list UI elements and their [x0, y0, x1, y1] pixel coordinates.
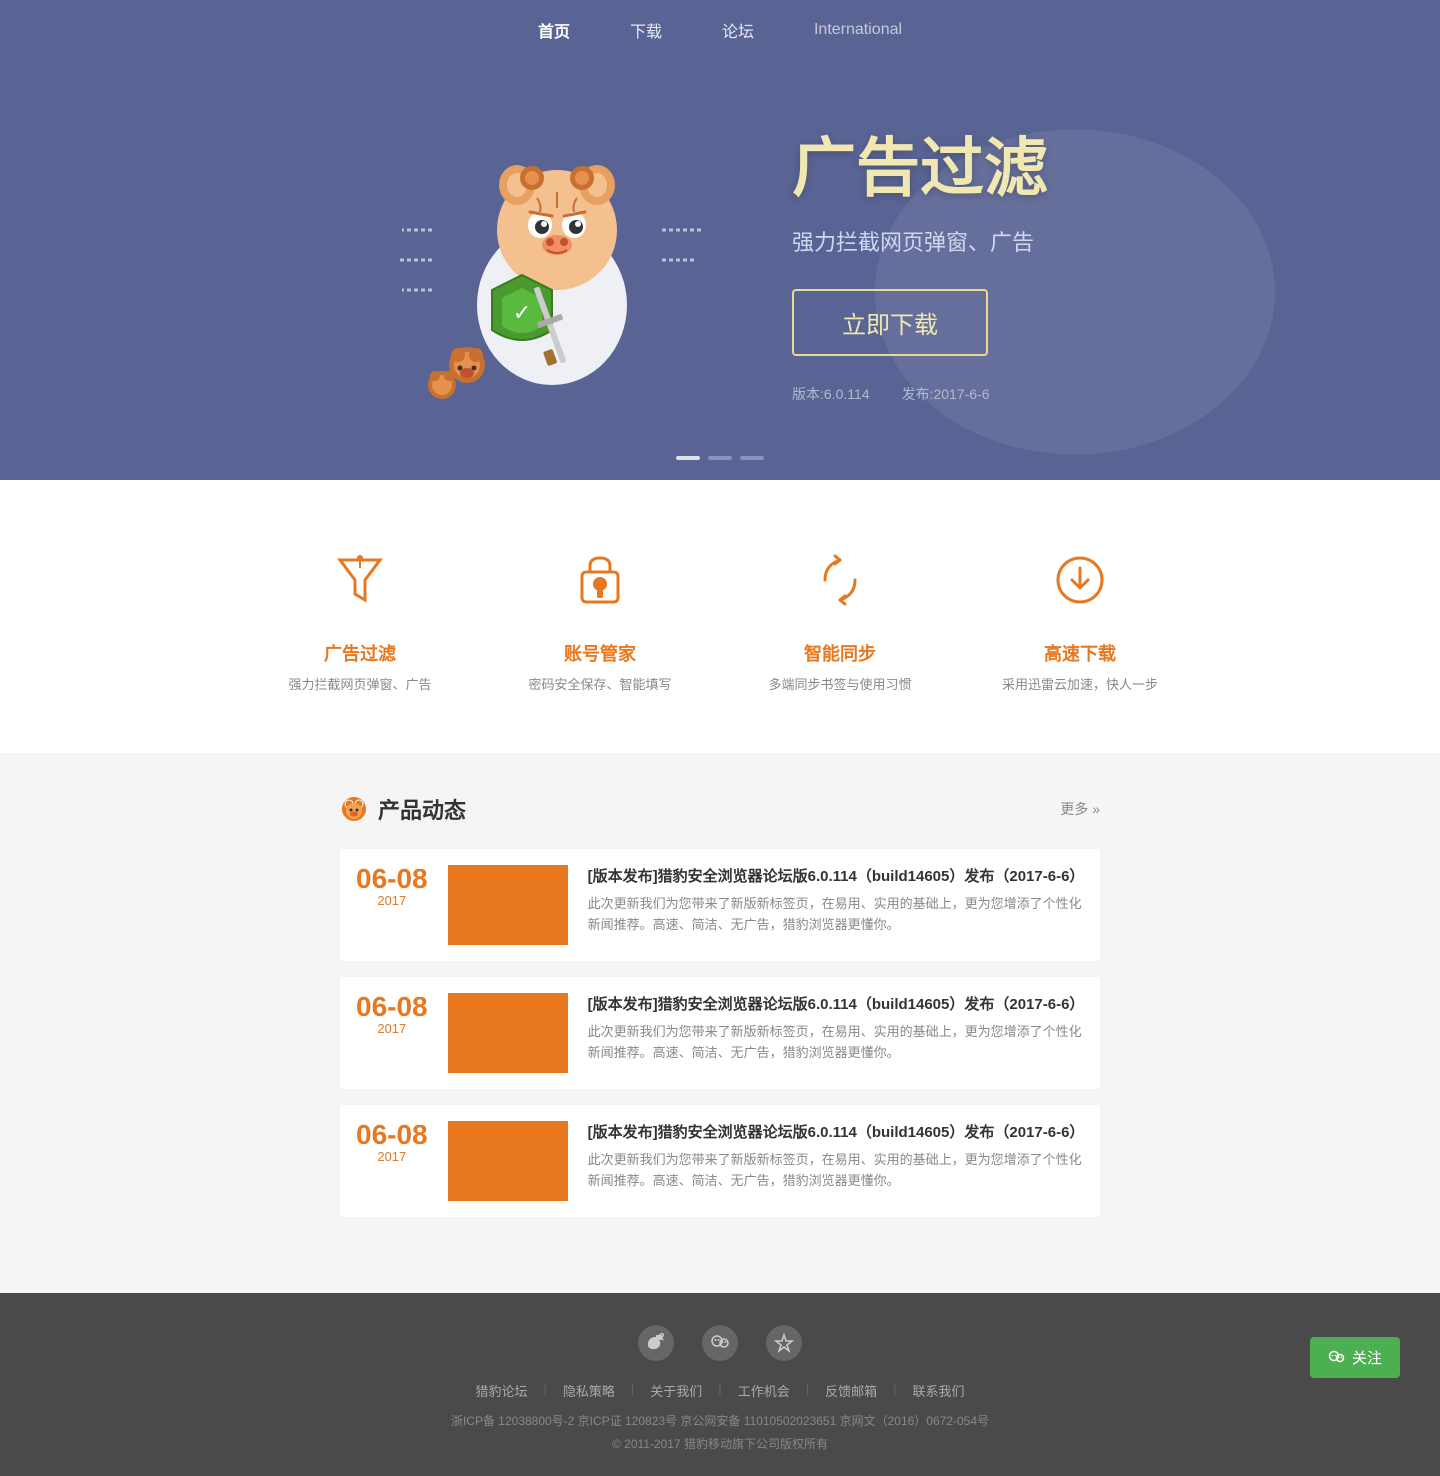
feature-download: 高速下载 采用迅雷云加速，快人一步	[980, 540, 1180, 693]
news-date-day-1: 06-08	[356, 993, 428, 1021]
feature-sync: 智能同步 多端同步书签与使用习惯	[740, 540, 940, 693]
news-date-year-2: 2017	[356, 1149, 428, 1164]
hero-text: 广告过滤 强力拦截网页弹窗、广告 立即下载 版本:6.0.114 发布:2017…	[792, 117, 1048, 404]
news-thumb-1	[448, 993, 568, 1073]
news-body-0: [版本发布]猎豹安全浏览器论坛版6.0.114（build14605）发布（20…	[588, 865, 1084, 945]
hero-mascot: ✓	[392, 130, 712, 390]
footer-link-sep-3: |	[718, 1381, 721, 1400]
features-list: 广告过滤 强力拦截网页弹窗、广告 账号管家 密码安全保存、智能填写	[240, 540, 1200, 693]
star-icon[interactable]	[766, 1325, 802, 1361]
sync-icon	[800, 540, 880, 620]
news-date-year-0: 2017	[356, 893, 428, 908]
footer-icp: 浙ICP备 12038800号-2 京ICP证 120823号 京公网安备 11…	[0, 1412, 1440, 1429]
feature-desc-2: 多端同步书签与使用习惯	[740, 674, 940, 693]
news-item-0: 06-08 2017 [版本发布]猎豹安全浏览器论坛版6.0.114（build…	[340, 849, 1100, 961]
hero-meta: 版本:6.0.114 发布:2017-6-6	[792, 384, 1048, 404]
feature-name-1: 账号管家	[500, 640, 700, 666]
hero-slider-dots	[676, 456, 764, 460]
feature-account: 账号管家 密码安全保存、智能填写	[500, 540, 700, 693]
navigation: 首页 下载 论坛 International	[0, 0, 1440, 60]
footer-link-sep-4: |	[806, 1381, 809, 1400]
feature-desc-3: 采用迅雷云加速，快人一步	[980, 674, 1180, 693]
account-icon	[560, 540, 640, 620]
version-label: 版本:6.0.114	[792, 384, 870, 404]
news-section-title: 产品动态	[378, 793, 466, 825]
news-date-day-2: 06-08	[356, 1121, 428, 1149]
chevron-right-icon: »	[1092, 801, 1100, 817]
slider-dot-3[interactable]	[740, 456, 764, 460]
download-icon	[1040, 540, 1120, 620]
nav-download[interactable]: 下载	[630, 18, 662, 42]
footer: 猎豹论坛 | 隐私策略 | 关于我们 | 工作机会 | 反馈邮箱 | 联系我们 浙ICP备 1203…	[0, 1293, 1440, 1476]
footer-social	[0, 1325, 1440, 1361]
news-item-desc-1: 此次更新我们为您带来了新版新标签页，在易用、实用的基础上，更为您增添了个性化新闻…	[588, 1022, 1084, 1064]
footer-links: 猎豹论坛 | 隐私策略 | 关于我们 | 工作机会 | 反馈邮箱 | 联系我们	[0, 1381, 1440, 1400]
news-body-2: [版本发布]猎豹安全浏览器论坛版6.0.114（build14605）发布（20…	[588, 1121, 1084, 1201]
news-bear-icon	[340, 795, 368, 823]
news-thumb-0	[448, 865, 568, 945]
news-header: 产品动态 更多 »	[340, 793, 1100, 825]
hero-section: ✓ 广告过滤 强力拦截网页弹窗、广告	[0, 60, 1440, 480]
footer-link-sep-2: |	[631, 1381, 634, 1400]
footer-link-sep-5: |	[893, 1381, 896, 1400]
hero-subtitle: 强力拦截网页弹窗、广告	[792, 225, 1048, 257]
news-list: 06-08 2017 [版本发布]猎豹安全浏览器论坛版6.0.114（build…	[340, 849, 1100, 1217]
news-thumb-2	[448, 1121, 568, 1201]
footer-link-3[interactable]: 工作机会	[738, 1381, 790, 1400]
footer-link-1[interactable]: 隐私策略	[563, 1381, 615, 1400]
news-date-day-0: 06-08	[356, 865, 428, 893]
nav-forum[interactable]: 论坛	[722, 18, 754, 42]
features-section: 广告过滤 强力拦截网页弹窗、广告 账号管家 密码安全保存、智能填写	[0, 480, 1440, 753]
news-inner: 产品动态 更多 » 06-08 2017 [版本发布]猎豹安全浏览器论坛版6.0…	[340, 793, 1100, 1217]
download-button[interactable]: 立即下载	[792, 289, 988, 356]
feature-name-0: 广告过滤	[260, 640, 460, 666]
feature-desc-1: 密码安全保存、智能填写	[500, 674, 700, 693]
news-item-2: 06-08 2017 [版本发布]猎豹安全浏览器论坛版6.0.114（build…	[340, 1105, 1100, 1217]
news-item-desc-0: 此次更新我们为您带来了新版新标签页，在易用、实用的基础上，更为您增添了个性化新闻…	[588, 894, 1084, 936]
hero-title: 广告过滤	[792, 117, 1048, 209]
footer-copyright: © 2011-2017 猎豹移动旗下公司版权所有	[0, 1435, 1440, 1452]
filter-icon	[320, 540, 400, 620]
slider-dot-1[interactable]	[676, 456, 700, 460]
news-item-1: 06-08 2017 [版本发布]猎豹安全浏览器论坛版6.0.114（build…	[340, 977, 1100, 1089]
news-section: 产品动态 更多 » 06-08 2017 [版本发布]猎豹安全浏览器论坛版6.0…	[0, 753, 1440, 1293]
feature-name-3: 高速下载	[980, 640, 1180, 666]
footer-link-4[interactable]: 反馈邮箱	[825, 1381, 877, 1400]
news-item-desc-2: 此次更新我们为您带来了新版新标签页，在易用、实用的基础上，更为您增添了个性化新闻…	[588, 1150, 1084, 1192]
release-label: 发布:2017-6-6	[902, 384, 990, 404]
news-date-1: 06-08 2017	[356, 993, 428, 1073]
news-item-title-1[interactable]: [版本发布]猎豹安全浏览器论坛版6.0.114（build14605）发布（20…	[588, 993, 1084, 1014]
feature-name-2: 智能同步	[740, 640, 940, 666]
news-header-left: 产品动态	[340, 793, 466, 825]
news-date-0: 06-08 2017	[356, 865, 428, 945]
footer-link-0[interactable]: 猎豹论坛	[475, 1381, 527, 1400]
news-date-year-1: 2017	[356, 1021, 428, 1036]
svg-text:✓: ✓	[513, 300, 531, 325]
news-date-2: 06-08 2017	[356, 1121, 428, 1201]
news-item-title-2[interactable]: [版本发布]猎豹安全浏览器论坛版6.0.114（build14605）发布（20…	[588, 1121, 1084, 1142]
feature-desc-0: 强力拦截网页弹窗、广告	[260, 674, 460, 693]
news-item-title-0[interactable]: [版本发布]猎豹安全浏览器论坛版6.0.114（build14605）发布（20…	[588, 865, 1084, 886]
wechat-follow-button[interactable]: 关注	[1310, 1337, 1400, 1378]
wechat-icon	[1328, 1349, 1346, 1367]
news-more-link[interactable]: 更多 »	[1060, 799, 1100, 819]
footer-link-sep-1: |	[543, 1381, 546, 1400]
weibo-icon[interactable]	[638, 1325, 674, 1361]
wechat-follow-label: 关注	[1352, 1347, 1382, 1368]
nav-international[interactable]: International	[814, 21, 902, 39]
hero-content: ✓ 广告过滤 强力拦截网页弹窗、广告	[392, 117, 1048, 404]
wechat-qr-icon[interactable]	[702, 1325, 738, 1361]
feature-ad-filter: 广告过滤 强力拦截网页弹窗、广告	[260, 540, 460, 693]
news-body-1: [版本发布]猎豹安全浏览器论坛版6.0.114（build14605）发布（20…	[588, 993, 1084, 1073]
footer-link-5[interactable]: 联系我们	[913, 1381, 965, 1400]
footer-link-2[interactable]: 关于我们	[650, 1381, 702, 1400]
slider-dot-2[interactable]	[708, 456, 732, 460]
nav-home[interactable]: 首页	[538, 18, 570, 42]
